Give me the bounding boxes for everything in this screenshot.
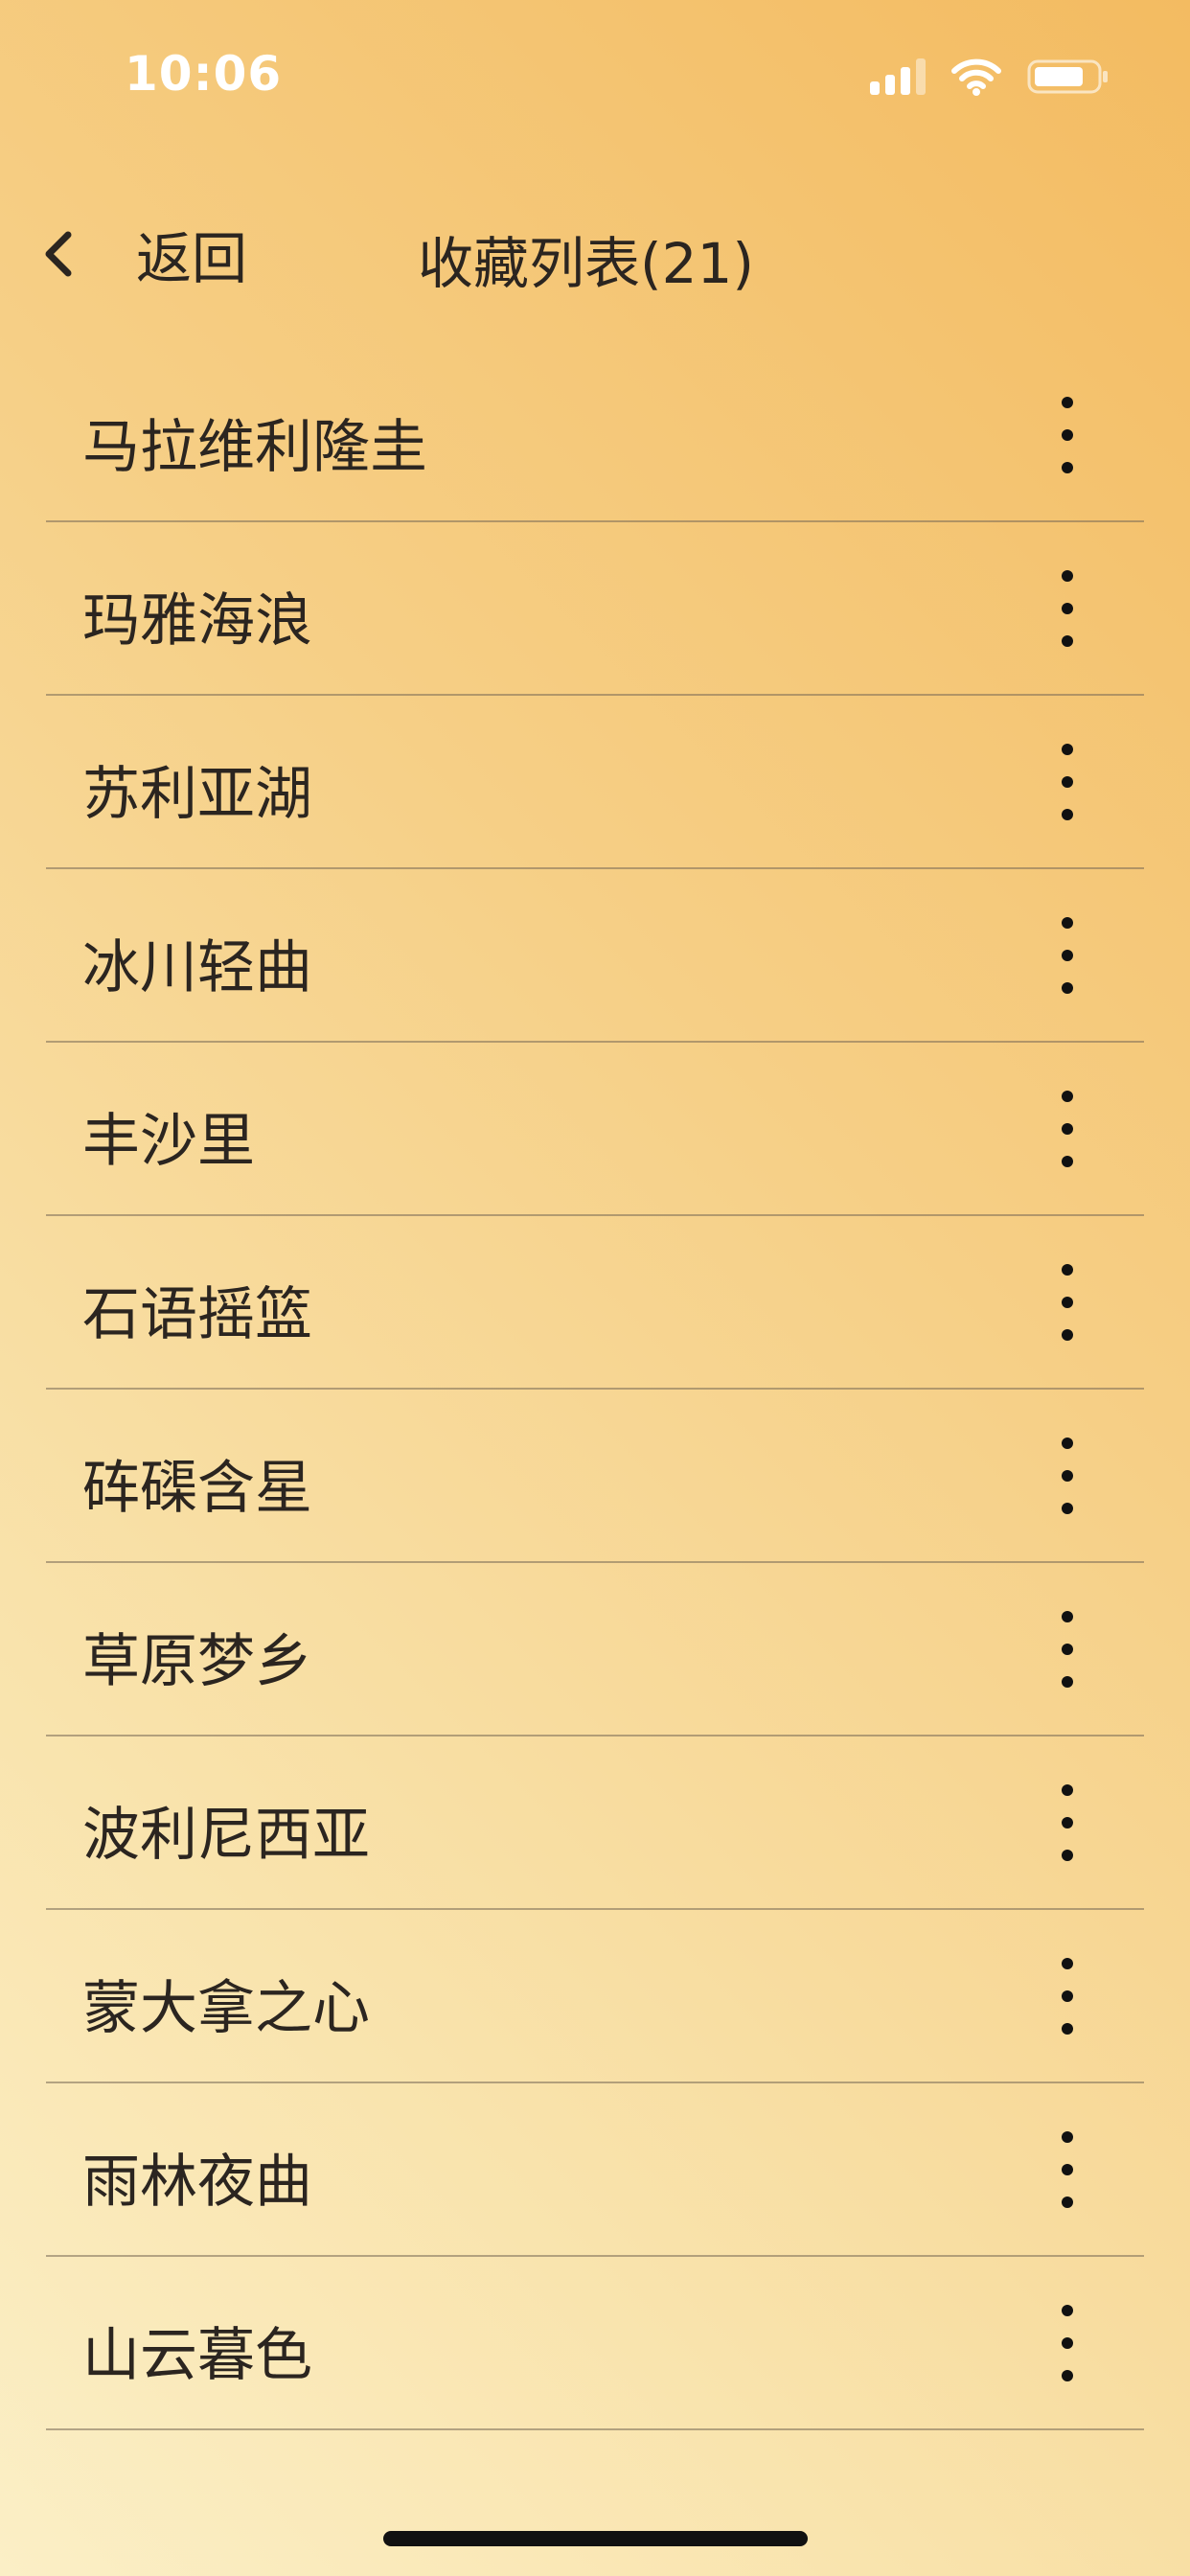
- list-item-title: 波利尼西亚: [82, 1802, 370, 1869]
- vertical-ellipsis-icon[interactable]: [1048, 2131, 1087, 2208]
- vertical-ellipsis-icon[interactable]: [1048, 397, 1087, 473]
- status-bar: 10:06: [0, 0, 1190, 158]
- vertical-ellipsis-icon[interactable]: [1048, 1264, 1087, 1341]
- vertical-ellipsis-icon[interactable]: [1048, 917, 1087, 994]
- navigation-bar: 返回 收藏列表(21): [0, 192, 1190, 316]
- list-item-title: 砗磲含星: [82, 1455, 312, 1522]
- list-item[interactable]: 冰川轻曲: [46, 869, 1144, 1043]
- list-item[interactable]: 玛雅海浪: [46, 522, 1144, 696]
- list-item-title: 山云暮色: [82, 2322, 312, 2389]
- list-item[interactable]: 山云暮色: [46, 2257, 1144, 2430]
- favorites-list: 马拉维利隆圭 玛雅海浪 苏利亚湖 冰川轻曲 丰沙里 石语摇篮 砗磲含星 草原梦乡…: [46, 349, 1144, 2430]
- vertical-ellipsis-icon[interactable]: [1048, 1958, 1087, 2035]
- status-time: 10:06: [125, 46, 283, 102]
- vertical-ellipsis-icon[interactable]: [1048, 1611, 1087, 1688]
- list-item-title: 草原梦乡: [82, 1628, 312, 1695]
- list-item[interactable]: 草原梦乡: [46, 1563, 1144, 1736]
- vertical-ellipsis-icon[interactable]: [1048, 1784, 1087, 1861]
- list-item-title: 玛雅海浪: [82, 587, 312, 655]
- home-indicator[interactable]: [383, 2531, 808, 2546]
- chevron-left-icon: [38, 225, 77, 283]
- back-button[interactable]: 返回: [38, 211, 247, 297]
- back-label: 返回: [136, 226, 248, 291]
- page-title: 收藏列表(21): [418, 231, 755, 296]
- cellular-signal-icon: [870, 58, 926, 95]
- list-item[interactable]: 丰沙里: [46, 1043, 1144, 1216]
- list-item[interactable]: 蒙大拿之心: [46, 1910, 1144, 2083]
- list-item-title: 冰川轻曲: [82, 934, 312, 1001]
- list-item-title: 石语摇篮: [82, 1281, 312, 1348]
- list-item-title: 苏利亚湖: [82, 761, 312, 828]
- list-item-title: 马拉维利隆圭: [82, 414, 427, 481]
- vertical-ellipsis-icon[interactable]: [1048, 570, 1087, 647]
- list-item-title: 丰沙里: [82, 1108, 255, 1175]
- list-item-title: 蒙大拿之心: [82, 1975, 370, 2042]
- vertical-ellipsis-icon[interactable]: [1048, 1438, 1087, 1514]
- battery-icon: [1027, 58, 1110, 96]
- list-item[interactable]: 波利尼西亚: [46, 1736, 1144, 1910]
- vertical-ellipsis-icon[interactable]: [1048, 744, 1087, 820]
- favorites-screen: 10:06 返回 收藏列表(21) 马拉维利隆圭 玛雅海浪 苏利亚湖 冰川轻曲 …: [0, 0, 1190, 2576]
- list-item[interactable]: 雨林夜曲: [46, 2083, 1144, 2257]
- list-item[interactable]: 苏利亚湖: [46, 696, 1144, 869]
- list-item[interactable]: 砗磲含星: [46, 1390, 1144, 1563]
- vertical-ellipsis-icon[interactable]: [1048, 1091, 1087, 1167]
- list-item-title: 雨林夜曲: [82, 2149, 312, 2216]
- wifi-icon: [950, 58, 1002, 96]
- status-icons: [870, 56, 1110, 98]
- list-item[interactable]: 石语摇篮: [46, 1216, 1144, 1390]
- vertical-ellipsis-icon[interactable]: [1048, 2305, 1087, 2381]
- list-item[interactable]: 马拉维利隆圭: [46, 349, 1144, 522]
